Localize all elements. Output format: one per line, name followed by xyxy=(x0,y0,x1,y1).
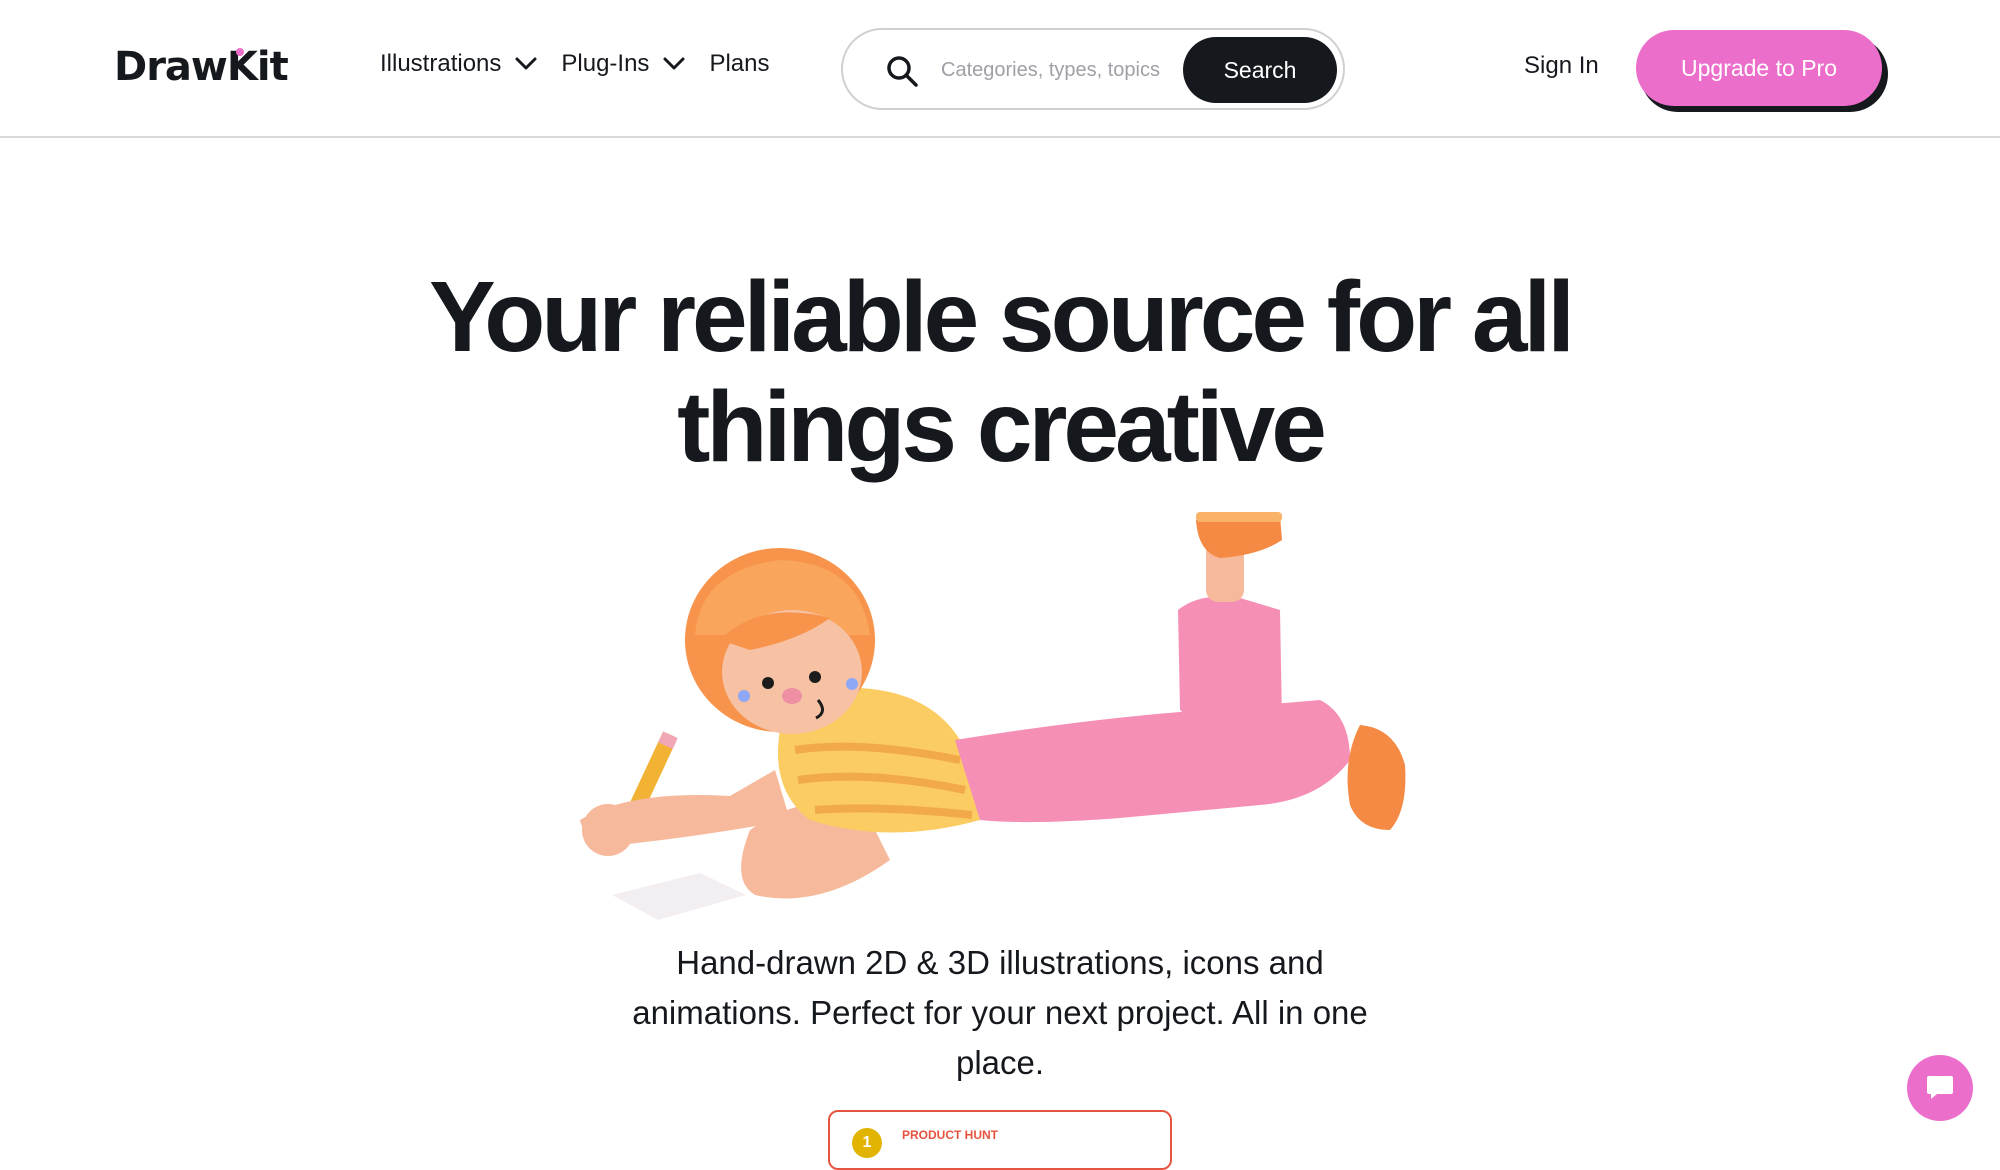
medal-icon: 1 xyxy=(852,1128,882,1158)
search-bar: Search xyxy=(841,28,1345,110)
hero-illustration xyxy=(580,512,1406,920)
top-navigation-bar: DrawKit Illustrations Plug-Ins Plans Sea… xyxy=(0,0,2000,138)
upgrade-to-pro-button[interactable]: Upgrade to Pro xyxy=(1636,30,1882,106)
nav-item-label: Illustrations xyxy=(380,50,502,77)
nav-item-plans[interactable]: Plans xyxy=(709,50,769,78)
hero-title-line-2: things creative xyxy=(677,371,1327,483)
chevron-down-icon xyxy=(515,57,537,70)
main-nav: Illustrations Plug-Ins Plans xyxy=(380,50,793,78)
nav-item-illustrations[interactable]: Illustrations xyxy=(380,50,537,78)
chevron-down-icon xyxy=(663,57,685,70)
upgrade-button-wrapper: Upgrade to Pro xyxy=(1636,30,1888,112)
nav-item-plug-ins[interactable]: Plug-Ins xyxy=(561,50,685,78)
logo-accent-dot xyxy=(236,48,244,56)
drawkit-logo[interactable]: DrawKit xyxy=(114,44,289,90)
chat-bubble-icon xyxy=(1927,1076,1953,1099)
chat-widget-button[interactable] xyxy=(1907,1055,1973,1121)
hero-subtitle: Hand-drawn 2D & 3D illustrations, icons … xyxy=(632,944,1368,1081)
nav-item-label: Plans xyxy=(709,50,770,77)
product-hunt-badge[interactable]: 1 PRODUCT HUNT xyxy=(828,1110,1172,1170)
search-button[interactable]: Search xyxy=(1183,37,1337,103)
product-hunt-label: PRODUCT HUNT xyxy=(902,1128,998,1142)
hero-title-line-1: Your reliable source for all xyxy=(428,261,1575,373)
sign-in-link[interactable]: Sign In xyxy=(1524,52,1599,80)
nav-item-label: Plug-Ins xyxy=(561,50,650,77)
search-icon[interactable] xyxy=(885,54,919,88)
hero-title: Your reliable source for all things crea… xyxy=(300,262,1700,482)
search-input[interactable] xyxy=(941,52,1181,88)
